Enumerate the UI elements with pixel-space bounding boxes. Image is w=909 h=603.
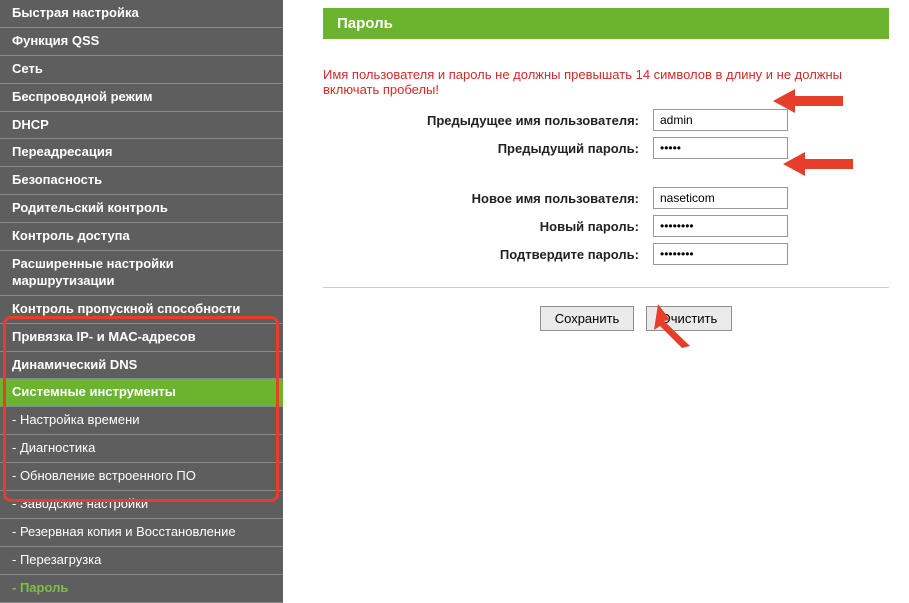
sidebar-item-label: - Заводские настройки	[12, 496, 148, 511]
input-confirm-pass[interactable]	[653, 243, 788, 265]
sidebar-item-quick-setup[interactable]: Быстрая настройка	[0, 0, 283, 28]
sidebar-item-access-control[interactable]: Контроль доступа	[0, 223, 283, 251]
clear-button[interactable]: Очистить	[646, 306, 733, 331]
sidebar-item-backup[interactable]: - Резервная копия и Восстановление	[0, 519, 283, 547]
page-title: Пароль	[323, 8, 889, 39]
sidebar-item-label: Контроль доступа	[12, 228, 130, 243]
sidebar-item-parental[interactable]: Родительский контроль	[0, 195, 283, 223]
sidebar-item-label: Безопасность	[12, 172, 102, 187]
sidebar-item-label: - Диагностика	[12, 440, 95, 455]
sidebar-item-label: DHCP	[12, 117, 49, 132]
sidebar-item-label: - Перезагрузка	[12, 552, 101, 567]
sidebar-item-network[interactable]: Сеть	[0, 56, 283, 84]
sidebar-item-label: Беспроводной режим	[12, 89, 152, 104]
sidebar-item-routing[interactable]: Расширенные настройки маршрутизации	[0, 251, 283, 296]
sidebar-item-dhcp[interactable]: DHCP	[0, 112, 283, 140]
sidebar-item-label: - Обновление встроенного ПО	[12, 468, 196, 483]
input-new-user[interactable]	[653, 187, 788, 209]
label-new-user: Новое имя пользователя:	[323, 191, 653, 206]
sidebar-item-label: Контроль пропускной способности	[12, 301, 240, 316]
sidebar-item-system-tools[interactable]: Системные инструменты	[0, 379, 283, 407]
sidebar-item-bandwidth[interactable]: Контроль пропускной способности	[0, 296, 283, 324]
sidebar-item-firmware[interactable]: - Обновление встроенного ПО	[0, 463, 283, 491]
warning-text: Имя пользователя и пароль не должны прев…	[323, 67, 889, 97]
input-prev-user[interactable]	[653, 109, 788, 131]
sidebar-item-time[interactable]: - Настройка времени	[0, 407, 283, 435]
sidebar-item-label: Расширенные настройки маршрутизации	[12, 256, 174, 288]
sidebar-item-ddns[interactable]: Динамический DNS	[0, 352, 283, 380]
sidebar-item-diagnostics[interactable]: - Диагностика	[0, 435, 283, 463]
sidebar-item-label: Динамический DNS	[12, 357, 137, 372]
divider	[323, 287, 889, 288]
label-prev-pass: Предыдущий пароль:	[323, 141, 653, 156]
main-content: Пароль Имя пользователя и пароль не долж…	[283, 0, 909, 506]
label-confirm-pass: Подтвердите пароль:	[323, 247, 653, 262]
sidebar-item-label: - Резервная копия и Восстановление	[12, 524, 236, 539]
sidebar-item-label: - Пароль	[12, 580, 68, 595]
sidebar-item-forwarding[interactable]: Переадресация	[0, 139, 283, 167]
sidebar-item-label: Сеть	[12, 61, 43, 76]
sidebar-item-label: Привязка IP- и МАС-адресов	[12, 329, 196, 344]
label-new-pass: Новый пароль:	[323, 219, 653, 234]
sidebar-item-label: Быстрая настройка	[12, 5, 139, 20]
save-button[interactable]: Сохранить	[540, 306, 635, 331]
sidebar-item-qss[interactable]: Функция QSS	[0, 28, 283, 56]
sidebar-item-reboot[interactable]: - Перезагрузка	[0, 547, 283, 575]
sidebar-item-label: Системные инструменты	[12, 384, 176, 399]
input-new-pass[interactable]	[653, 215, 788, 237]
input-prev-pass[interactable]	[653, 137, 788, 159]
sidebar-item-label: Переадресация	[12, 144, 112, 159]
sidebar-item-label: Функция QSS	[12, 33, 99, 48]
sidebar-item-security[interactable]: Безопасность	[0, 167, 283, 195]
label-prev-user: Предыдущее имя пользователя:	[323, 113, 653, 128]
sidebar-item-label: Родительский контроль	[12, 200, 168, 215]
sidebar-item-password[interactable]: - Пароль	[0, 575, 283, 603]
sidebar-item-wireless[interactable]: Беспроводной режим	[0, 84, 283, 112]
sidebar: Быстрая настройка Функция QSS Сеть Беспр…	[0, 0, 283, 506]
sidebar-item-ip-mac[interactable]: Привязка IP- и МАС-адресов	[0, 324, 283, 352]
sidebar-item-factory[interactable]: - Заводские настройки	[0, 491, 283, 519]
sidebar-item-label: - Настройка времени	[12, 412, 140, 427]
